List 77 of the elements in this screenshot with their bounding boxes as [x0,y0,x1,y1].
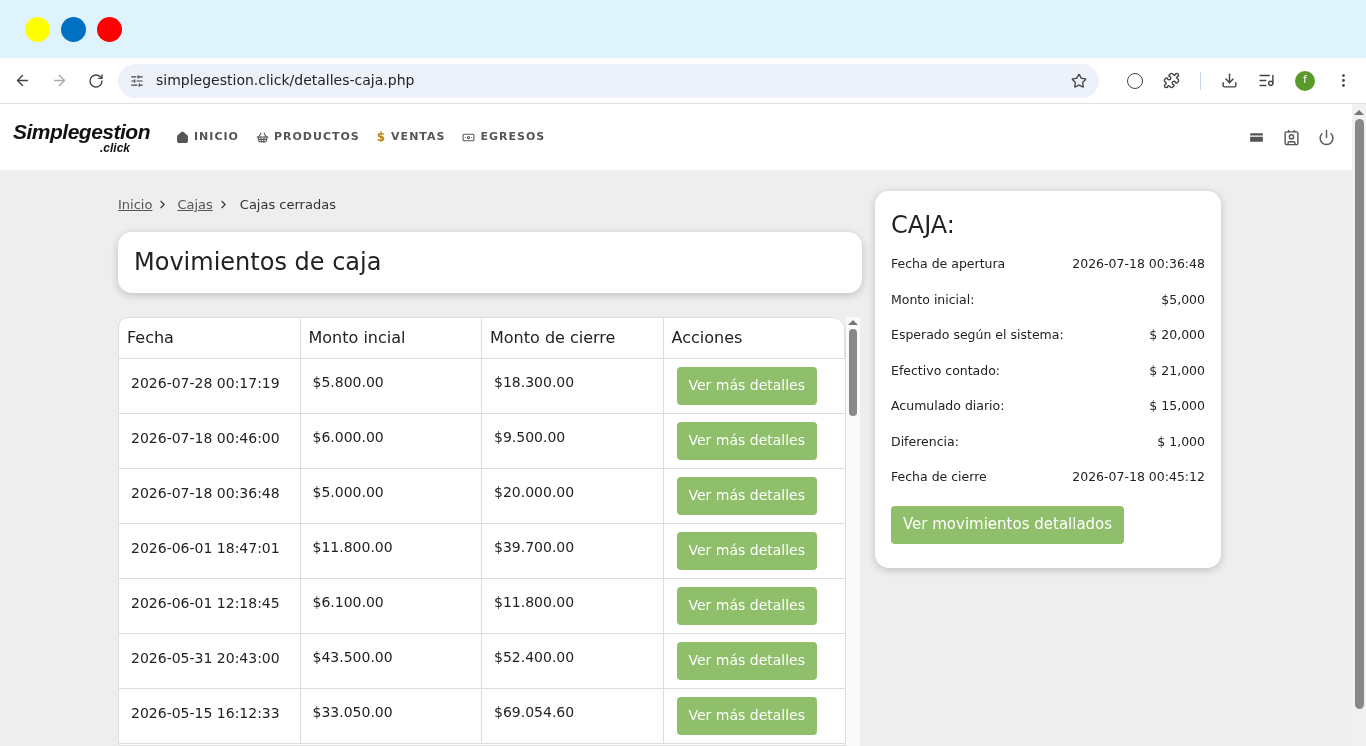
details-button[interactable]: Ver más detalles [676,366,818,405]
details-button[interactable]: Ver más detalles [676,476,818,515]
field-value: $5,000 [1161,290,1205,309]
details-button[interactable]: Ver más detalles [676,531,818,570]
nav-link[interactable]: PRODUCTOS [255,128,360,146]
details-button[interactable]: Ver más detalles [676,696,818,735]
table-cell: $11.800.00 [312,538,393,555]
table-cell: $11.800.00 [494,593,575,610]
breadcrumb-link[interactable]: Inicio [118,195,153,215]
nav-link[interactable]: EGRESOS [462,128,546,146]
extensions-icon[interactable] [1163,72,1180,89]
table-cell: 2026-07-18 00:46:00 [131,429,280,446]
table-cell: $43.500.00 [312,648,393,665]
table-cell: $18.300.00 [494,373,575,390]
field-label: Diferencia: [891,432,959,451]
table-cell: $5.800.00 [312,373,384,390]
table-cell: $39.700.00 [494,538,575,555]
field-value: $ 20,000 [1149,326,1205,344]
dollar-icon: $ [376,128,387,146]
address-bar[interactable]: simplegestion.click/detalles-caja.php [118,63,1099,98]
field-label: Fecha de apertura [891,255,1006,273]
table-cell: 2026-07-18 00:36:48 [131,484,280,501]
site-settings-icon[interactable] [130,73,144,88]
field-value: $ 15,000 [1149,397,1205,415]
table-cell: $5.000.00 [312,483,384,500]
scroll-thumb[interactable] [849,328,857,416]
site-logo[interactable]: Simplegestion .click [13,120,151,154]
user-card-icon[interactable] [1283,128,1300,146]
column-header: Fecha [119,317,301,358]
home-icon [176,130,190,144]
field-label: Fecha de cierre [891,468,987,486]
bookmark-icon[interactable] [1071,72,1087,89]
download-icon[interactable] [1221,72,1238,89]
table-cell: 2026-06-01 12:18:45 [131,594,280,611]
field-label: Efectivo contado: [891,361,1001,380]
table-cell: $20.000.00 [494,483,575,500]
field-value: 2026-07-18 00:45:12 [1072,468,1205,486]
page-title: Movimientos de caja [134,247,382,278]
reload-icon[interactable] [88,72,104,89]
table-cell: $6.000.00 [312,428,384,445]
movements-button[interactable]: Ver movimientos detallados [891,505,1125,544]
table-cell: 2026-05-31 20:43:00 [131,649,280,666]
details-button[interactable]: Ver más detalles [676,641,818,680]
details-button[interactable]: Ver más detalles [676,421,818,460]
field-value: 2026-07-18 00:36:48 [1072,255,1205,273]
table-cell: 2026-06-01 18:47:01 [131,539,280,556]
column-header: Monto de cierre [482,317,664,358]
column-header: Monto incial [300,317,482,358]
field-label: Monto inicial: [891,290,975,309]
table-cell: $33.050.00 [312,703,393,720]
scroll-up-icon[interactable] [848,319,858,325]
breadcrumb-current: Cajas cerradas [239,196,336,214]
table-cell: 2026-05-15 16:12:33 [131,704,280,721]
back-icon[interactable] [14,72,31,89]
table-cell: 2026-07-28 00:17:19 [131,374,280,391]
scroll-up-icon[interactable] [1354,110,1364,115]
breadcrumb-link[interactable]: Cajas [177,195,213,215]
field-label: Acumulado diario: [891,397,1005,415]
media-icon[interactable] [1258,72,1275,89]
profile-avatar[interactable]: f [1295,70,1315,91]
basket-icon [255,130,269,144]
field-value: $ 1,000 [1157,432,1205,451]
field-label: Esperado según el sistema: [891,326,1064,344]
column-header: Acciones [663,317,845,358]
card-title: CAJA: [891,210,956,241]
nav-link[interactable]: INICIO [176,128,239,146]
table-scrollbar[interactable] [846,316,860,746]
nav-link[interactable]: $ VENTAS [376,128,446,146]
table-cell: $6.100.00 [312,593,384,610]
table-cell: $52.400.00 [494,648,575,665]
field-value: $ 21,000 [1149,361,1205,380]
table-cell: $69.054.60 [494,703,575,720]
table-cell: $9.500.00 [494,428,566,445]
scroll-thumb[interactable] [1354,119,1364,709]
url-text: simplegestion.click/detalles-caja.php [156,71,416,90]
details-button[interactable]: Ver más detalles [676,586,818,625]
power-icon[interactable] [1318,128,1335,146]
